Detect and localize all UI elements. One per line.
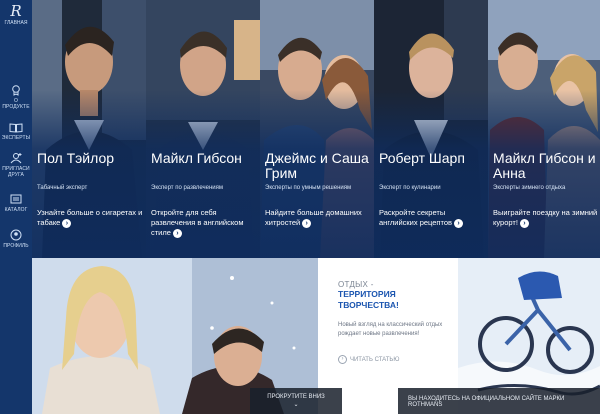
sidebar-item-label: ПРОФИЛЬ xyxy=(3,243,29,249)
book-icon xyxy=(9,123,23,133)
catalog-icon xyxy=(10,194,22,204)
chevron-down-icon: ⌄ xyxy=(293,402,299,408)
arrow-right-icon: › xyxy=(172,228,182,238)
expert-card[interactable]: Майкл Гибсон Эксперт по развлечениям Отк… xyxy=(146,0,260,258)
brand-logo-icon: R xyxy=(10,2,22,20)
sidebar-item-experts[interactable]: ЭКСПЕРТЫ xyxy=(0,122,32,141)
expert-card[interactable]: Пол Тэйлор Табачный эксперт Узнайте боль… xyxy=(32,0,146,258)
sidebar: R ГЛАВНАЯ О ПРОДУКТЕ ЭКСПЕРТЫ ПРИГЛАСИ Д… xyxy=(0,0,32,414)
sidebar-item-label: О ПРОДУКТЕ xyxy=(2,98,30,110)
expert-card[interactable]: Майкл Гибсон и Анна Эксперты зимнего отд… xyxy=(488,0,600,258)
sidebar-item-label: ЭКСПЕРТЫ xyxy=(1,135,31,141)
sidebar-item-label: ГЛАВНАЯ xyxy=(4,20,28,26)
sidebar-item-home[interactable]: R ГЛАВНАЯ xyxy=(0,2,32,27)
sidebar-item-profile[interactable]: ПРОФИЛЬ xyxy=(0,229,32,249)
promo-description: Новый взгляд на классический отдых рожда… xyxy=(338,322,443,337)
read-article-label: ЧИТАТЬ СТАТЬЮ xyxy=(350,356,400,363)
expert-name: Джеймс и Саша Грим xyxy=(265,150,369,181)
promo-kicker: ОТДЫХ - xyxy=(338,280,374,289)
expert-card[interactable]: Роберт Шарп Эксперт по кулинарии Раскрой… xyxy=(374,0,488,258)
read-article-link[interactable]: › ЧИТАТЬ СТАТЬЮ xyxy=(338,355,458,364)
expert-cta-link[interactable]: Раскройте секреты английских рецептов › xyxy=(379,208,485,228)
expert-name: Майкл Гибсон xyxy=(151,150,242,166)
sidebar-item-catalog[interactable]: КАТАЛОГ xyxy=(0,193,32,213)
experts-hero: Пол Тэйлор Табачный эксперт Узнайте боль… xyxy=(32,0,600,258)
sidebar-item-label: ПРИГЛАСИ ДРУГА xyxy=(2,166,30,178)
expert-name: Майкл Гибсон и Анна xyxy=(493,150,596,181)
arrow-right-icon: › xyxy=(338,355,347,364)
invite-icon xyxy=(10,153,22,164)
expert-card[interactable]: Джеймс и Саша Грим Эксперты по умным реш… xyxy=(260,0,374,258)
expert-cta-link[interactable]: Узнайте больше о сигаретах и табаке › xyxy=(37,208,143,228)
expert-cta-link[interactable]: Найдите больше домашних хитростей › xyxy=(265,208,371,228)
promo-text-block: ОТДЫХ - ТЕРРИТОРИЯ ТВОРЧЕСТВА! Новый взг… xyxy=(338,280,458,364)
official-site-text: ВЫ НАХОДИТЕСЬ НА ОФИЦИАЛЬНОМ САЙТЕ МАРКИ… xyxy=(408,396,565,408)
expert-role: Эксперт по кулинарии xyxy=(379,185,441,191)
sidebar-item-product[interactable]: О ПРОДУКТЕ xyxy=(0,84,32,110)
expert-cta-link[interactable]: Откройте для себя развлечения в английск… xyxy=(151,208,257,238)
expert-role: Эксперт по развлечениям xyxy=(151,185,224,191)
official-site-notice: ВЫ НАХОДИТЕСЬ НА ОФИЦИАЛЬНОМ САЙТЕ МАРКИ… xyxy=(398,388,600,414)
expert-role: Эксперты по умным решениям xyxy=(265,185,352,191)
expert-role: Табачный эксперт xyxy=(37,185,88,191)
arrow-right-icon: › xyxy=(519,218,529,228)
scroll-down-button[interactable]: ПРОКРУТИТЕ ВНИЗ ⌄ xyxy=(250,388,342,414)
sidebar-item-label: КАТАЛОГ xyxy=(4,207,28,213)
promo-headline-line2: ТВОРЧЕСТВА! xyxy=(338,300,399,310)
promo-headline-line1: ТЕРРИТОРИЯ xyxy=(338,289,396,299)
arrow-right-icon: › xyxy=(62,218,72,228)
product-icon xyxy=(12,85,20,96)
expert-name: Роберт Шарп xyxy=(379,150,465,166)
sidebar-item-invite[interactable]: ПРИГЛАСИ ДРУГА xyxy=(0,152,32,178)
profile-icon xyxy=(10,229,22,241)
expert-role: Эксперты зимнего отдыха xyxy=(493,185,566,191)
expert-name: Пол Тэйлор xyxy=(37,150,115,166)
scroll-down-label: ПРОКРУТИТЕ ВНИЗ xyxy=(267,394,325,400)
arrow-right-icon: › xyxy=(454,218,463,228)
arrow-right-icon: › xyxy=(302,218,312,228)
expert-cta-link[interactable]: Выиграйте поездку на зимний курорт! › xyxy=(493,208,599,228)
